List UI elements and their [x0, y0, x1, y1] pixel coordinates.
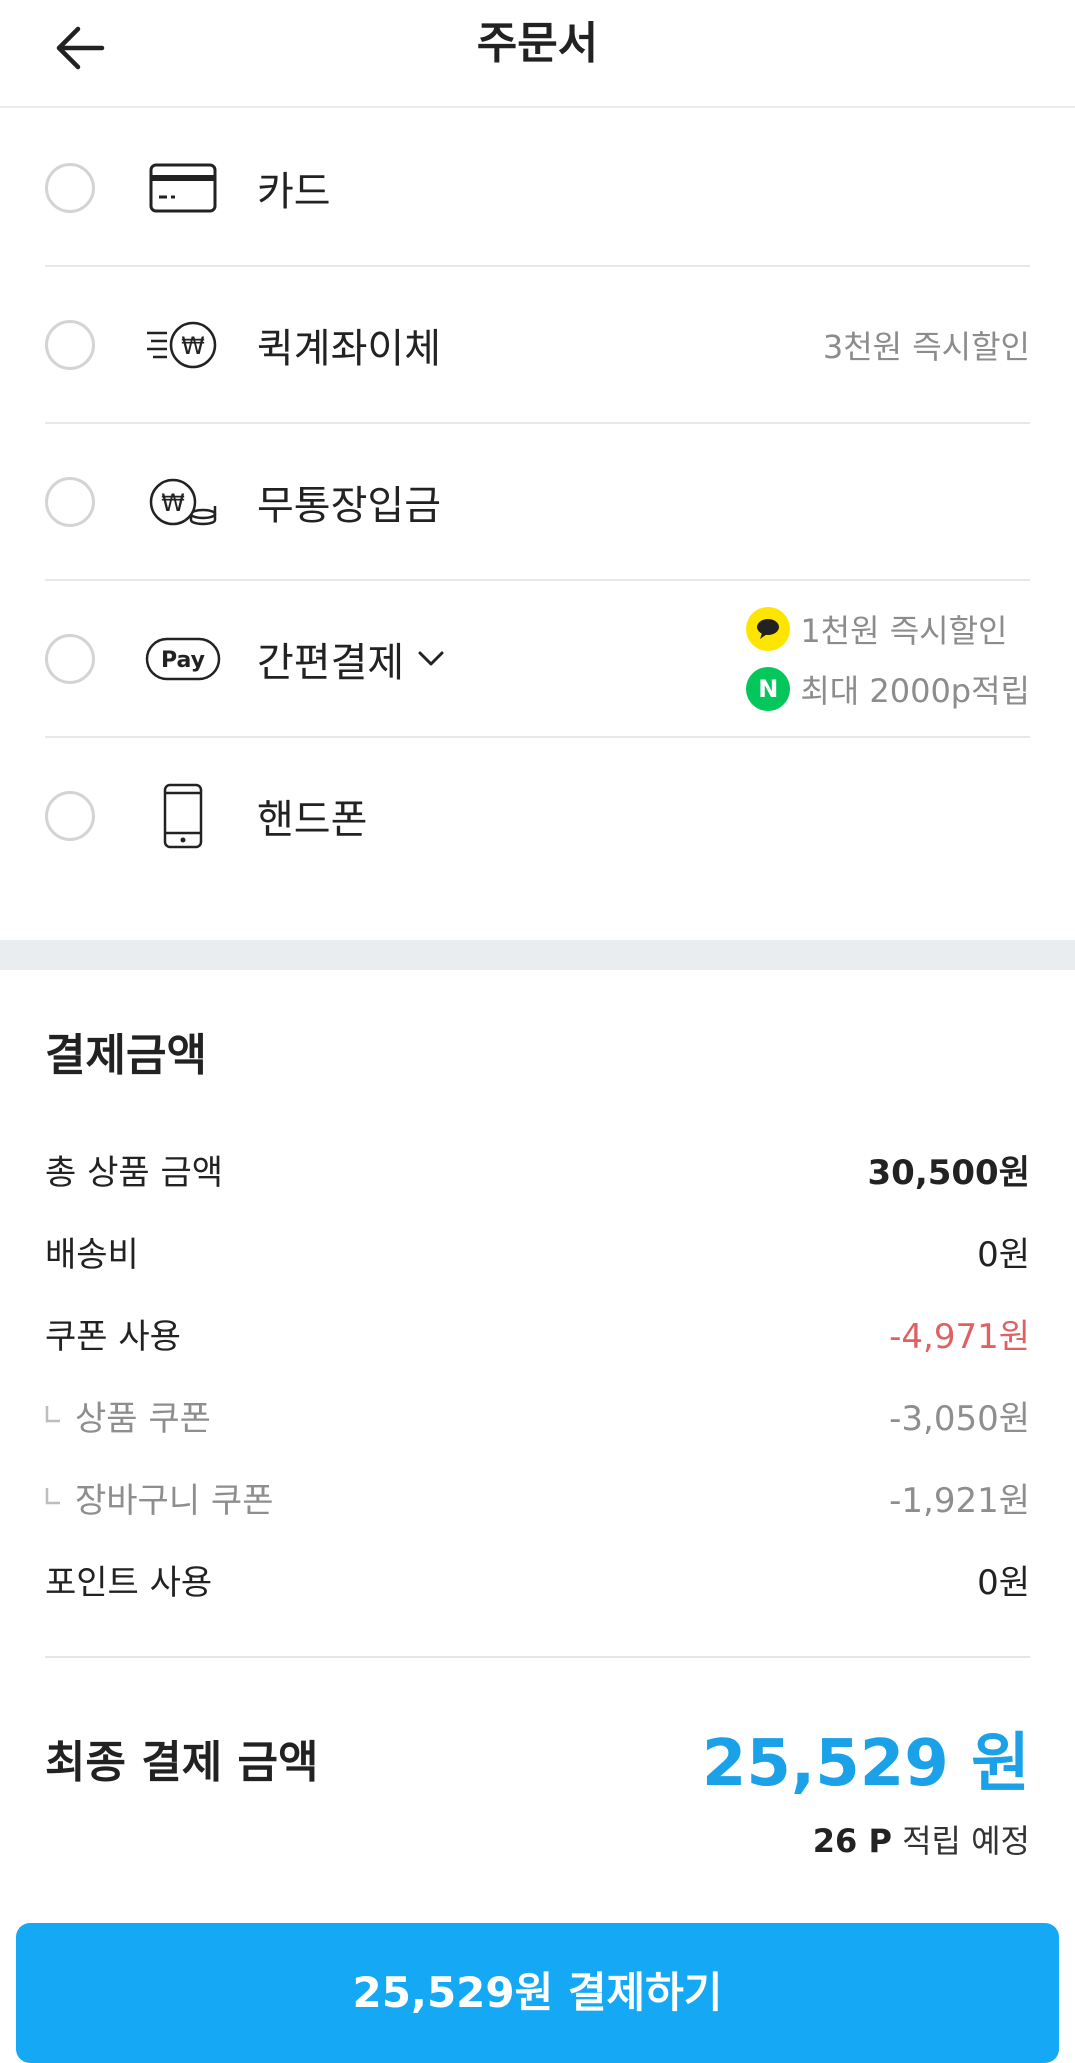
points-suffix: 적립 예정 [902, 1822, 1030, 1860]
summary-divider [45, 1656, 1030, 1658]
svg-text:₩: ₩ [161, 489, 185, 517]
points-earn-note: 26 P 적립 예정 [45, 1816, 1030, 1862]
pay-button[interactable]: 25,529원 결제하기 [16, 1923, 1059, 2063]
payment-method-quick-transfer[interactable]: ₩ 퀵계좌이체 3천원 즉시할인 [45, 267, 1030, 424]
radio-button[interactable] [45, 162, 95, 213]
line-label: 포인트 사용 [45, 1562, 213, 1603]
header: 주문서 [0, 0, 1075, 108]
easy-pay-promotions: 1천원 즉시할인 N 최대 2000p적립 [746, 606, 1030, 712]
easy-pay-label: 간편결제 [257, 639, 405, 686]
naver-icon: N [746, 666, 791, 711]
payment-method-card[interactable]: 카드 [45, 110, 1030, 267]
summary-title: 결제금액 [45, 1030, 207, 1081]
won-coins-icon: ₩ [145, 464, 221, 540]
discount-note: 3천원 즉시할인 [822, 327, 1030, 366]
line-label: 쿠폰 사용 [45, 1316, 181, 1357]
payment-method-easy-pay[interactable]: Pay 간편결제 1천원 즉시할인 N 최대 2000p적립 [45, 581, 1030, 738]
line-value: 0원 [977, 1562, 1030, 1603]
payment-method-label[interactable]: 간편결제 [257, 630, 444, 688]
sub-item-elbow-icon [45, 1406, 60, 1423]
kakao-icon [746, 606, 791, 651]
points-value: 26 P [812, 1822, 892, 1860]
svg-text:₩: ₩ [181, 332, 205, 360]
sub-item-elbow-icon [45, 1488, 60, 1505]
line-label: 상품 쿠폰 [75, 1398, 211, 1439]
line-label: 배송비 [45, 1234, 139, 1275]
pay-icon: Pay [145, 621, 221, 697]
summary-line-shipping: 배송비 0원 [45, 1210, 1030, 1292]
line-label: 장바구니 쿠폰 [75, 1480, 274, 1521]
credit-card-icon [145, 150, 221, 226]
final-amount-value: 25,529 원 [701, 1727, 1030, 1801]
summary-line-coupon: 쿠폰 사용 -4,971원 [45, 1292, 1030, 1374]
payment-method-label: 핸드폰 [257, 796, 368, 843]
radio-button[interactable] [45, 476, 95, 527]
summary-lines: 총 상품 금액 30,500원 배송비 0원 쿠폰 사용 -4,971원 상품 … [45, 1128, 1030, 1620]
line-value: 30,500원 [867, 1152, 1030, 1193]
radio-button[interactable] [45, 633, 95, 684]
chevron-down-icon [418, 651, 444, 665]
payment-method-mobile[interactable]: 핸드폰 [45, 738, 1030, 893]
naver-promo: N 최대 2000p적립 [746, 666, 1030, 712]
kakao-promo-text: 1천원 즉시할인 [800, 611, 1008, 650]
payment-method-bank-deposit[interactable]: ₩ 무통장입금 [45, 424, 1030, 581]
line-value: -3,050원 [889, 1398, 1030, 1439]
pay-button-label: 25,529원 결제하기 [352, 1968, 723, 2017]
summary-line-product-coupon: 상품 쿠폰 -3,050원 [45, 1374, 1030, 1456]
naver-promo-text: 최대 2000p적립 [800, 671, 1030, 710]
payment-method-label: 무통장입금 [257, 482, 441, 529]
payment-method-label: 카드 [257, 168, 331, 215]
section-divider [0, 940, 1075, 970]
mobile-phone-icon [145, 778, 221, 854]
pay-icon-text: Pay [161, 648, 205, 673]
final-amount-row: 최종 결제 금액 25,529 원 [45, 1710, 1030, 1806]
payment-summary: 결제금액 총 상품 금액 30,500원 배송비 0원 쿠폰 사용 -4,971… [45, 970, 1030, 1862]
radio-button[interactable] [45, 319, 95, 370]
summary-line-points: 포인트 사용 0원 [45, 1538, 1030, 1620]
radio-button[interactable] [45, 790, 95, 841]
page-title: 주문서 [476, 18, 599, 69]
payment-method-label: 퀵계좌이체 [257, 325, 441, 372]
fast-won-transfer-icon: ₩ [145, 307, 221, 383]
summary-line-cart-coupon: 장바구니 쿠폰 -1,921원 [45, 1456, 1030, 1538]
line-value: 0원 [977, 1234, 1030, 1275]
line-value: -1,921원 [889, 1480, 1030, 1521]
line-label: 총 상품 금액 [45, 1152, 224, 1193]
summary-line-total: 총 상품 금액 30,500원 [45, 1128, 1030, 1210]
payment-method-list: 카드 ₩ 퀵계좌이체 3천원 즉시할인 ₩ 무통장입금 Pay 간편결제 1천원… [45, 110, 1030, 893]
final-amount-label: 최종 결제 금액 [45, 1737, 319, 1788]
kakao-promo: 1천원 즉시할인 [746, 606, 1030, 652]
line-value: -4,971원 [889, 1316, 1030, 1357]
